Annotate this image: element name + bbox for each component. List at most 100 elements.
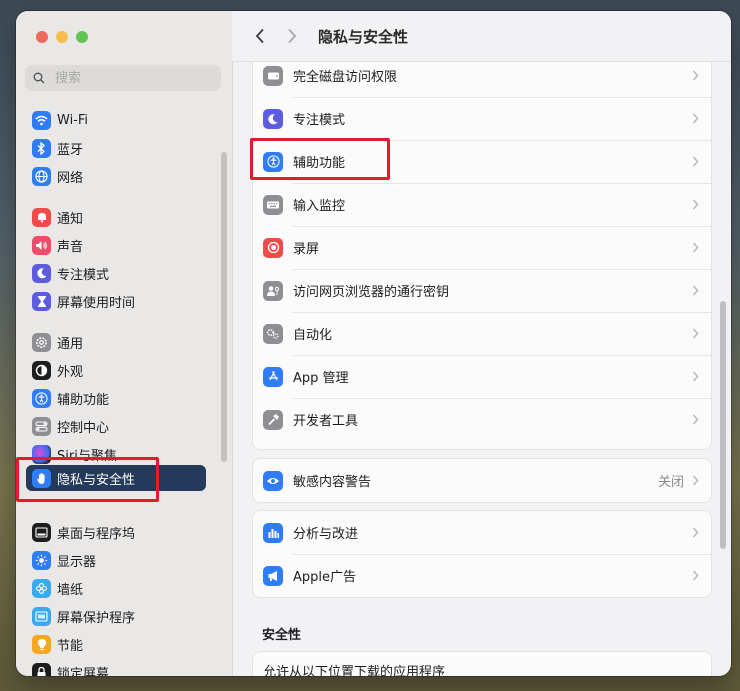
passkey-icon [263, 280, 283, 301]
sidebar-item-label: 屏幕保护程序 [57, 610, 136, 626]
gear-icon [32, 332, 51, 352]
sidebar-item-label: 辅助功能 [57, 392, 110, 408]
row-label: 开发者工具 [293, 414, 359, 429]
row-app-management[interactable]: App 管理 [253, 355, 711, 398]
chevron-right-icon [692, 475, 699, 486]
appstore-icon [263, 366, 283, 387]
settings-window: Wi-Fi 蓝牙 网络 通知 [16, 11, 731, 676]
moon-icon [263, 108, 283, 129]
chevron-right-icon [692, 113, 699, 124]
sidebar-item-general[interactable]: 通用 [26, 329, 206, 355]
main-pane: 隐私与安全性 完全磁盘访问权限 专注模式 辅助功能 输入监控 录屏 访问网页浏览… [232, 11, 731, 676]
sidebar-item-label: 声音 [57, 239, 84, 255]
chevron-right-icon [692, 199, 699, 210]
appearance-icon [32, 360, 51, 380]
chevron-right-icon [288, 28, 297, 44]
chevron-right-icon [692, 156, 699, 167]
search-input[interactable] [53, 69, 217, 87]
analytics-group: 分析与改进 Apple广告 [252, 510, 712, 598]
row-label: Apple广告 [293, 570, 357, 585]
row-label: 访问网页浏览器的通行密钥 [293, 285, 450, 300]
sidebar-item-label: 显示器 [57, 554, 97, 570]
sidebar-item-wifi[interactable]: Wi-Fi [26, 107, 206, 133]
row-label: 录屏 [293, 242, 320, 257]
sidebar-item-desktop-dock[interactable]: 桌面与程序坞 [26, 519, 206, 545]
row-sensitive-content-warning[interactable]: 敏感内容警告 关闭 [253, 459, 711, 502]
content-scrollbar[interactable] [720, 301, 726, 549]
chart-icon [263, 522, 283, 543]
sidebar-item-label: 墙纸 [57, 582, 84, 598]
moon-icon [32, 263, 51, 283]
row-automation[interactable]: 自动化 [253, 312, 711, 355]
minimize-window-button[interactable] [56, 31, 68, 43]
titlebar: 隐私与安全性 [232, 11, 731, 62]
sidebar-item-network[interactable]: 网络 [26, 163, 206, 189]
sidebar-item-focus[interactable]: 专注模式 [26, 260, 206, 286]
row-analytics[interactable]: 分析与改进 [253, 511, 711, 554]
sidebar-item-label: 控制中心 [57, 420, 110, 436]
row-screen-recording[interactable]: 录屏 [253, 226, 711, 269]
sidebar-item-displays[interactable]: 显示器 [26, 547, 206, 573]
hourglass-icon [32, 291, 51, 311]
forward-button[interactable] [280, 24, 304, 48]
row-focus[interactable]: 专注模式 [253, 97, 711, 140]
zoom-window-button[interactable] [76, 31, 88, 43]
back-button[interactable] [248, 24, 272, 48]
sidebar: Wi-Fi 蓝牙 网络 通知 [16, 11, 233, 676]
sidebar-item-energy[interactable]: 节能 [26, 631, 206, 657]
sidebar-scrollbar[interactable] [221, 152, 227, 462]
sidebar-item-screensaver[interactable]: 屏幕保护程序 [26, 603, 206, 629]
sidebar-item-accessibility[interactable]: 辅助功能 [26, 385, 206, 411]
chevron-right-icon [692, 328, 699, 339]
row-developer-tools[interactable]: 开发者工具 [253, 398, 711, 441]
sidebar-item-control-center[interactable]: 控制中心 [26, 413, 206, 439]
row-label: 分析与改进 [293, 527, 359, 542]
security-group: 允许从以下位置下载的应用程序 [252, 651, 712, 676]
row-label: App 管理 [293, 371, 349, 386]
sidebar-item-label: 锁定屏幕 [57, 666, 110, 677]
megaphone-icon [263, 565, 283, 586]
page-title: 隐私与安全性 [318, 27, 409, 46]
sidebar-item-label: 桌面与程序坞 [57, 526, 136, 542]
screensaver-icon [32, 606, 51, 626]
row-browser-passkeys[interactable]: 访问网页浏览器的通行密钥 [253, 269, 711, 312]
window-controls [36, 31, 88, 43]
wallpaper-icon [32, 578, 51, 598]
chevron-right-icon [692, 371, 699, 382]
sidebar-item-sound[interactable]: 声音 [26, 232, 206, 258]
close-window-button[interactable] [36, 31, 48, 43]
sidebar-item-screen-time[interactable]: 屏幕使用时间 [26, 288, 206, 314]
sidebar-item-label: 网络 [57, 170, 84, 186]
search-field[interactable] [25, 65, 221, 91]
row-label: 允许从以下位置下载的应用程序 [263, 664, 446, 677]
chevron-left-icon [255, 28, 264, 44]
sidebar-item-wallpaper[interactable]: 墙纸 [26, 575, 206, 601]
sidebar-item-label: 通知 [57, 211, 84, 227]
sidebar-item-lock-screen[interactable]: 锁定屏幕 [26, 659, 206, 676]
bluetooth-icon [32, 138, 51, 158]
lock-icon [32, 662, 51, 676]
row-label: 完全磁盘访问权限 [293, 70, 398, 85]
sidebar-item-label: 通用 [57, 336, 84, 352]
hammer-icon [263, 409, 283, 430]
sidebar-item-bluetooth[interactable]: 蓝牙 [26, 135, 206, 161]
highlight-box-accessibility [250, 138, 390, 180]
permissions-group: 完全磁盘访问权限 专注模式 辅助功能 输入监控 录屏 访问网页浏览器的通行密钥 … [252, 53, 712, 450]
automation-icon [263, 323, 283, 344]
row-apple-advertising[interactable]: Apple广告 [253, 554, 711, 597]
sidebar-item-appearance[interactable]: 外观 [26, 357, 206, 383]
sidebar-item-notifications[interactable]: 通知 [26, 204, 206, 230]
chevron-right-icon [692, 527, 699, 538]
record-icon [263, 237, 283, 258]
sidebar-item-label: 蓝牙 [57, 142, 84, 158]
chevron-right-icon [692, 70, 699, 81]
chevron-right-icon [692, 242, 699, 253]
row-input-monitoring[interactable]: 输入监控 [253, 183, 711, 226]
row-label: 自动化 [293, 328, 333, 343]
control-center-icon [32, 416, 51, 436]
chevron-right-icon [692, 285, 699, 296]
sidebar-item-label: Wi-Fi [57, 112, 89, 128]
sidebar-item-label: 节能 [57, 638, 84, 654]
keyboard-icon [263, 194, 283, 215]
globe-icon [32, 166, 51, 186]
